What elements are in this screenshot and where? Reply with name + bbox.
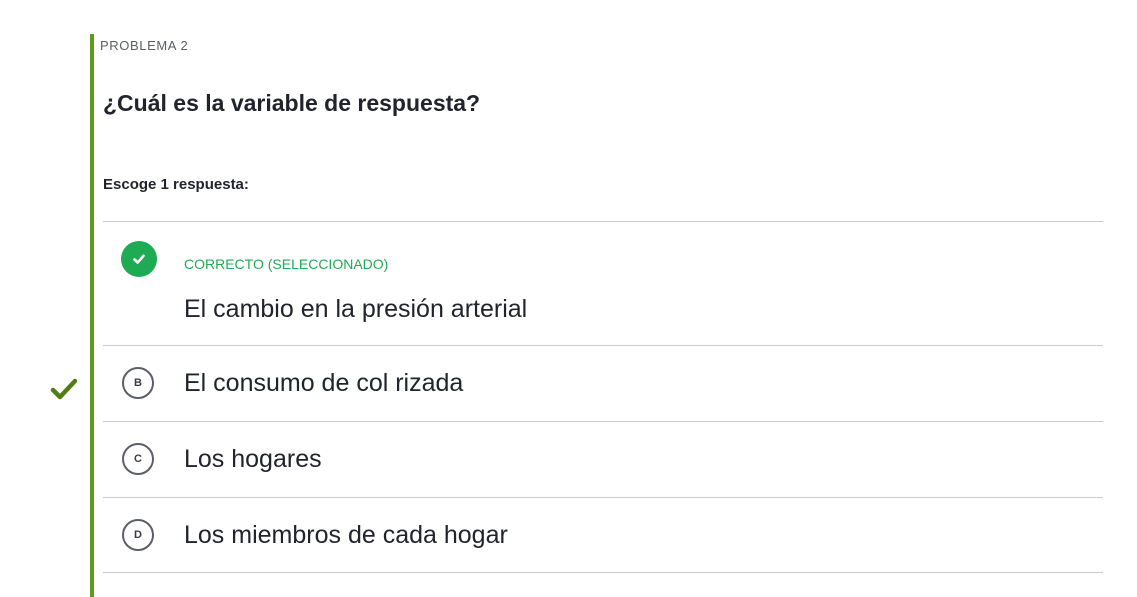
choice-letter-indicator: D	[122, 519, 154, 551]
choice-letter-indicator: C	[122, 443, 154, 475]
choice-letter: B	[134, 376, 142, 389]
exercise-page: PROBLEMA 2 ¿Cuál es la variable de respu…	[0, 0, 1137, 597]
question-text: ¿Cuál es la variable de respuesta?	[103, 90, 481, 116]
choice-c[interactable]: C Los hogares	[103, 421, 1103, 497]
choice-status: CORRECTO (SELECCIONADO)	[184, 256, 389, 272]
problem-panel: PROBLEMA 2 ¿Cuál es la variable de respu…	[90, 34, 1103, 597]
choice-d[interactable]: D Los miembros de cada hogar	[103, 497, 1103, 573]
choice-text: El consumo de col rizada	[184, 369, 464, 397]
choice-text: Los miembros de cada hogar	[184, 521, 508, 549]
choice-letter-indicator: B	[122, 367, 154, 399]
choice-a[interactable]: CORRECTO (SELECCIONADO) El cambio en la …	[103, 221, 1103, 345]
choice-text: Los hogares	[184, 445, 322, 473]
check-icon	[133, 254, 145, 264]
answer-instructions: Escoge 1 respuesta:	[103, 176, 249, 193]
problem-number: PROBLEMA 2	[100, 38, 189, 53]
selected-choice-indicator	[121, 241, 157, 277]
choice-letter: C	[134, 452, 142, 465]
choice-text: El cambio en la presión arterial	[184, 295, 528, 323]
choice-letter: D	[134, 528, 142, 541]
check-icon	[50, 378, 78, 400]
answer-choices: CORRECTO (SELECCIONADO) El cambio en la …	[103, 221, 1103, 573]
choice-b[interactable]: B El consumo de col rizada	[103, 345, 1103, 421]
